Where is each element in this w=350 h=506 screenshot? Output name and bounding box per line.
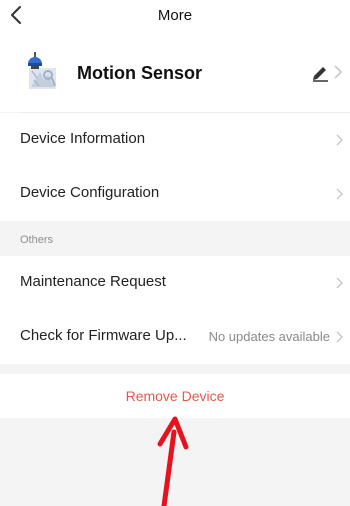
device-header[interactable]: Motion Sensor — [0, 34, 350, 112]
chevron-right-icon — [336, 277, 343, 289]
row-device-information[interactable]: Device Information — [0, 113, 350, 167]
chevron-right-icon — [336, 188, 343, 200]
section-header-others: Others — [20, 234, 54, 246]
chevron-right-icon[interactable] — [333, 64, 343, 80]
row-maintenance-request[interactable]: Maintenance Request — [0, 256, 350, 310]
row-label: Device Information — [20, 130, 146, 147]
row-label: Maintenance Request — [20, 273, 166, 290]
chevron-right-icon — [336, 134, 343, 146]
motion-sensor-icon — [28, 52, 56, 89]
page-title: More — [157, 7, 193, 24]
row-device-configuration[interactable]: Device Configuration — [0, 167, 350, 221]
row-label: Check for Firmware Up... — [20, 327, 187, 344]
device-name: Motion Sensor — [77, 63, 202, 83]
row-firmware-update[interactable]: Check for Firmware Up... No updates avai… — [0, 310, 350, 364]
red-arrow-icon — [157, 416, 189, 506]
top-bar: More — [0, 0, 350, 34]
chevron-right-icon — [336, 331, 343, 343]
pencil-icon[interactable] — [310, 62, 330, 82]
remove-device-button[interactable]: Remove Device — [0, 374, 350, 418]
row-label: Device Configuration — [20, 184, 160, 201]
firmware-status: No updates available — [208, 329, 330, 344]
